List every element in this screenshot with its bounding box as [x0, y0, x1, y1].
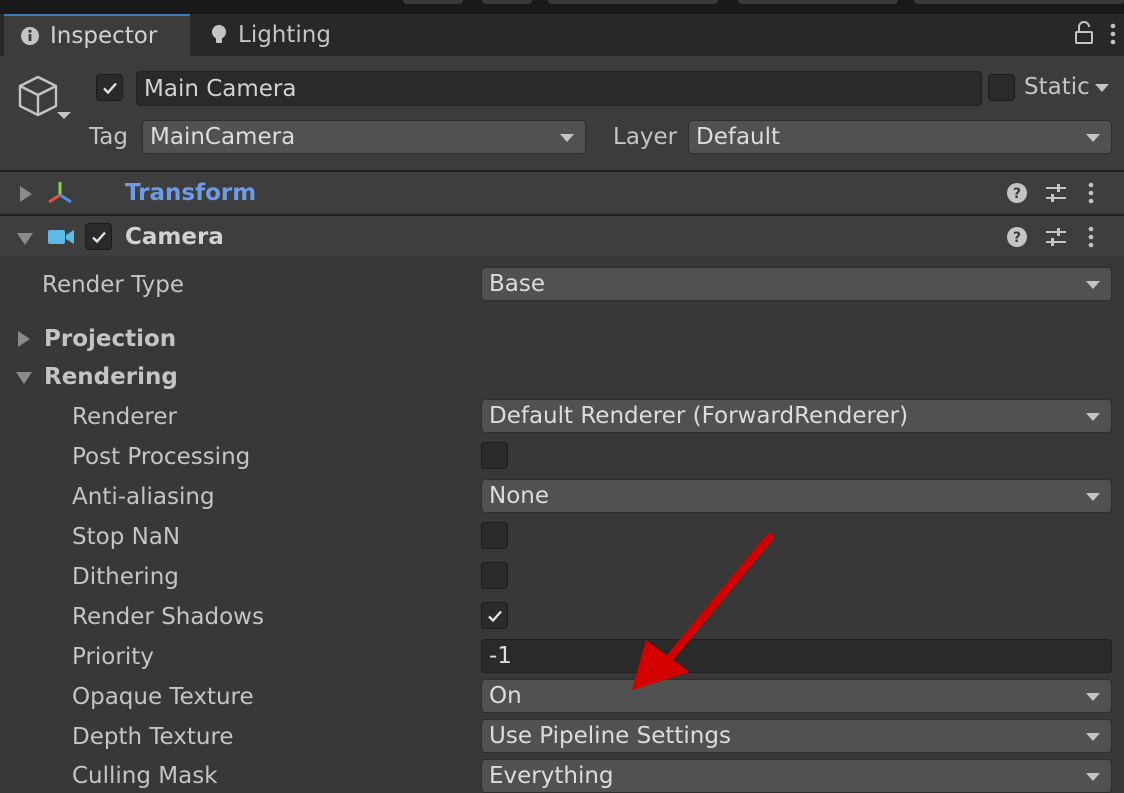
active-checkbox[interactable] [96, 74, 123, 101]
layer-label: Layer [613, 124, 678, 150]
presets-sliders-icon[interactable] [1044, 226, 1068, 252]
tab-lighting[interactable]: Lighting [204, 14, 331, 56]
toolbar-button[interactable] [738, 0, 898, 4]
priority-label: Priority [72, 644, 154, 670]
projection-foldout[interactable]: Projection [18, 326, 177, 352]
renderer-value: Default Renderer (ForwardRenderer) [489, 403, 909, 429]
foldout-arrow-icon[interactable] [18, 331, 30, 347]
priority-field[interactable]: -1 [481, 639, 1112, 673]
foldout-arrow-icon[interactable] [17, 233, 33, 245]
stop-nan-label: Stop NaN [72, 524, 181, 550]
culling-mask-label: Culling Mask [72, 763, 218, 789]
anti-aliasing-dropdown[interactable]: None [481, 479, 1112, 513]
cube-icon[interactable] [16, 74, 60, 122]
renderer-label: Renderer [72, 404, 177, 430]
static-checkbox[interactable] [988, 74, 1015, 101]
opaque-texture-dropdown[interactable]: On [481, 679, 1112, 713]
camera-enabled-checkbox[interactable] [85, 223, 112, 250]
lightbulb-icon [210, 24, 228, 46]
post-processing-label: Post Processing [72, 444, 251, 470]
object-header: Main Camera Static Tag MainCamera Layer … [0, 56, 1124, 170]
chevron-down-icon [1086, 281, 1100, 289]
renderer-dropdown[interactable]: Default Renderer (ForwardRenderer) [481, 399, 1112, 433]
anti-aliasing-value: None [489, 483, 550, 509]
static-label[interactable]: Static [1024, 74, 1090, 100]
foldout-arrow-icon[interactable] [20, 186, 32, 202]
toolbar-button[interactable] [548, 0, 718, 4]
video-camera-icon [47, 226, 75, 252]
kebab-menu-icon[interactable] [1088, 182, 1094, 208]
chevron-down-icon [1086, 693, 1100, 701]
tab-lighting-label: Lighting [238, 22, 331, 48]
rendering-label: Rendering [44, 364, 178, 390]
rendering-foldout[interactable]: Rendering [16, 364, 178, 390]
svg-text:?: ? [1013, 230, 1021, 246]
toolbar-button[interactable] [914, 0, 1124, 4]
foldout-arrow-icon[interactable] [16, 372, 32, 384]
transform-title: Transform [125, 180, 257, 206]
object-name-field[interactable]: Main Camera [136, 71, 982, 106]
dithering-label: Dithering [72, 564, 179, 590]
priority-value: -1 [489, 643, 512, 669]
depth-texture-dropdown[interactable]: Use Pipeline Settings [481, 719, 1112, 753]
lock-icon[interactable] [1074, 21, 1094, 49]
help-icon[interactable]: ? [1006, 182, 1028, 208]
chevron-down-icon [1086, 413, 1100, 421]
opaque-texture-value: On [489, 683, 522, 709]
tag-dropdown[interactable]: MainCamera [142, 120, 586, 154]
camera-title: Camera [125, 224, 224, 250]
kebab-menu-icon[interactable] [1110, 23, 1116, 49]
tag-value: MainCamera [150, 124, 296, 150]
static-dropdown-icon[interactable] [1095, 84, 1109, 92]
svg-text:?: ? [1013, 186, 1021, 202]
render-type-label: Render Type [42, 272, 185, 298]
culling-mask-dropdown[interactable]: Everything [481, 759, 1112, 793]
projection-label: Projection [44, 326, 177, 352]
top-toolbar-strip [0, 0, 1124, 14]
window-tab-bar: Inspector Lighting [0, 14, 1124, 56]
render-shadows-checkbox[interactable] [481, 602, 508, 629]
chevron-down-icon [1086, 134, 1100, 142]
layer-dropdown[interactable]: Default [688, 120, 1112, 154]
tag-label: Tag [89, 124, 128, 150]
info-icon [20, 26, 40, 46]
layer-value: Default [696, 124, 781, 150]
depth-texture-label: Depth Texture [72, 724, 234, 750]
chevron-down-icon[interactable] [57, 112, 71, 119]
culling-mask-value: Everything [489, 763, 614, 789]
render-shadows-label: Render Shadows [72, 604, 264, 630]
camera-component-header[interactable]: Camera ? [0, 214, 1124, 256]
stop-nan-checkbox[interactable] [481, 522, 508, 549]
render-type-value: Base [489, 271, 546, 297]
opaque-texture-label: Opaque Texture [72, 684, 254, 710]
dithering-checkbox[interactable] [481, 562, 508, 589]
kebab-menu-icon[interactable] [1088, 226, 1094, 252]
transform-axes-icon [46, 179, 74, 209]
depth-texture-value: Use Pipeline Settings [489, 723, 731, 749]
chevron-down-icon [1086, 493, 1100, 501]
presets-sliders-icon[interactable] [1044, 182, 1068, 208]
tab-inspector[interactable]: Inspector [4, 14, 190, 56]
chevron-down-icon [560, 134, 574, 142]
tab-inspector-label: Inspector [50, 23, 158, 49]
anti-aliasing-label: Anti-aliasing [72, 484, 215, 510]
chevron-down-icon [1086, 733, 1100, 741]
transform-component-header[interactable]: Transform ? [0, 170, 1124, 212]
toolbar-button[interactable] [482, 0, 532, 4]
help-icon[interactable]: ? [1006, 226, 1028, 252]
toolbar-button[interactable] [403, 0, 463, 4]
post-processing-checkbox[interactable] [481, 442, 508, 469]
render-type-dropdown[interactable]: Base [481, 267, 1112, 301]
